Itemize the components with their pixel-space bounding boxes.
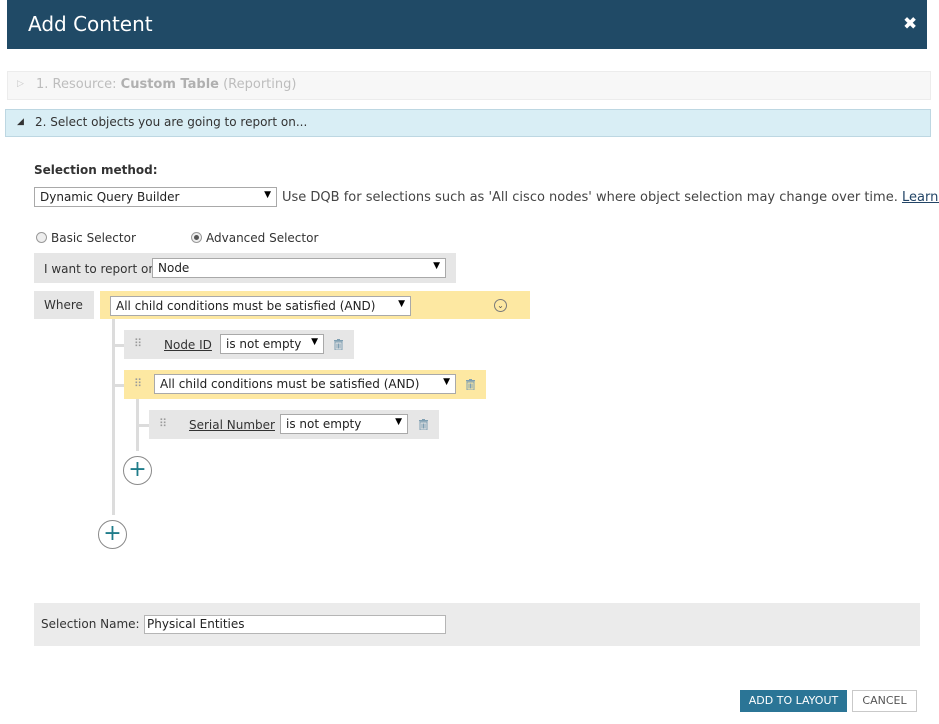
chevron-down-circle-icon[interactable]: ⌄ xyxy=(494,299,507,312)
add-root-condition-button[interactable]: + xyxy=(98,520,127,549)
dropdown-arrow-icon: ▼ xyxy=(395,417,402,427)
selection-method-select[interactable]: Dynamic Query Builder ▼ xyxy=(34,187,277,207)
dropdown-arrow-icon: ▼ xyxy=(443,377,450,387)
drag-handle-icon[interactable]: ⠿ xyxy=(134,377,142,390)
report-on-select[interactable]: Node ▼ xyxy=(152,258,446,278)
basic-selector-radio[interactable] xyxy=(36,232,47,243)
step-select-objects-label: 2. Select objects you are going to repor… xyxy=(35,115,308,129)
rule-field-node-id[interactable]: Node ID xyxy=(164,338,212,352)
advanced-selector-radio[interactable] xyxy=(191,232,202,243)
cancel-button[interactable]: CANCEL xyxy=(852,690,917,712)
selection-name-label: Selection Name: xyxy=(41,617,140,631)
rule-operator-select[interactable]: is not empty ▼ xyxy=(220,334,324,354)
wizard-step-select-objects[interactable]: ◢ 2. Select objects you are going to rep… xyxy=(5,109,931,137)
trash-icon[interactable] xyxy=(466,379,475,390)
advanced-selector-label[interactable]: Advanced Selector xyxy=(206,231,318,245)
collapsed-arrow-icon: ▷ xyxy=(17,79,24,89)
selection-method-help: Use DQB for selections such as 'All cisc… xyxy=(282,190,939,205)
tree-line xyxy=(112,384,124,387)
expanded-arrow-icon: ◢ xyxy=(17,117,24,127)
dropdown-arrow-icon: ▼ xyxy=(264,190,271,200)
learn-more-link[interactable]: Learn More xyxy=(902,190,939,205)
where-label-box: Where xyxy=(34,291,94,319)
drag-handle-icon[interactable]: ⠿ xyxy=(159,417,167,430)
drag-handle-icon[interactable]: ⠿ xyxy=(134,337,142,350)
add-child-condition-button[interactable]: + xyxy=(123,456,152,485)
step-resource-label: 1. Resource: Custom Table (Reporting) xyxy=(36,77,297,92)
dropdown-arrow-icon: ▼ xyxy=(433,261,440,271)
where-label: Where xyxy=(44,298,83,312)
report-on-label: I want to report on xyxy=(44,262,156,276)
selection-method-label: Selection method: xyxy=(34,163,158,177)
tree-line xyxy=(112,319,115,515)
group-condition-select[interactable]: All child conditions must be satisfied (… xyxy=(154,374,456,394)
rule-field-serial-number[interactable]: Serial Number xyxy=(189,418,275,432)
rule-operator-select[interactable]: is not empty ▼ xyxy=(280,414,408,434)
dialog-title-bar: Add Content ✖ xyxy=(7,0,927,49)
trash-icon[interactable] xyxy=(334,339,343,350)
dropdown-arrow-icon: ▼ xyxy=(398,299,405,309)
wizard-step-resource[interactable]: ▷ 1. Resource: Custom Table (Reporting) xyxy=(7,71,931,100)
dropdown-arrow-icon: ▼ xyxy=(311,337,318,347)
basic-selector-label[interactable]: Basic Selector xyxy=(51,231,136,245)
close-icon[interactable]: ✖ xyxy=(903,14,917,34)
tree-line xyxy=(112,344,124,347)
add-to-layout-button[interactable]: ADD TO LAYOUT xyxy=(740,690,847,712)
selection-name-input[interactable]: Physical Entities xyxy=(144,615,446,634)
root-condition-select[interactable]: All child conditions must be satisfied (… xyxy=(110,296,411,316)
tree-line xyxy=(136,424,149,427)
dialog-title: Add Content xyxy=(28,12,153,36)
trash-icon[interactable] xyxy=(419,419,428,430)
